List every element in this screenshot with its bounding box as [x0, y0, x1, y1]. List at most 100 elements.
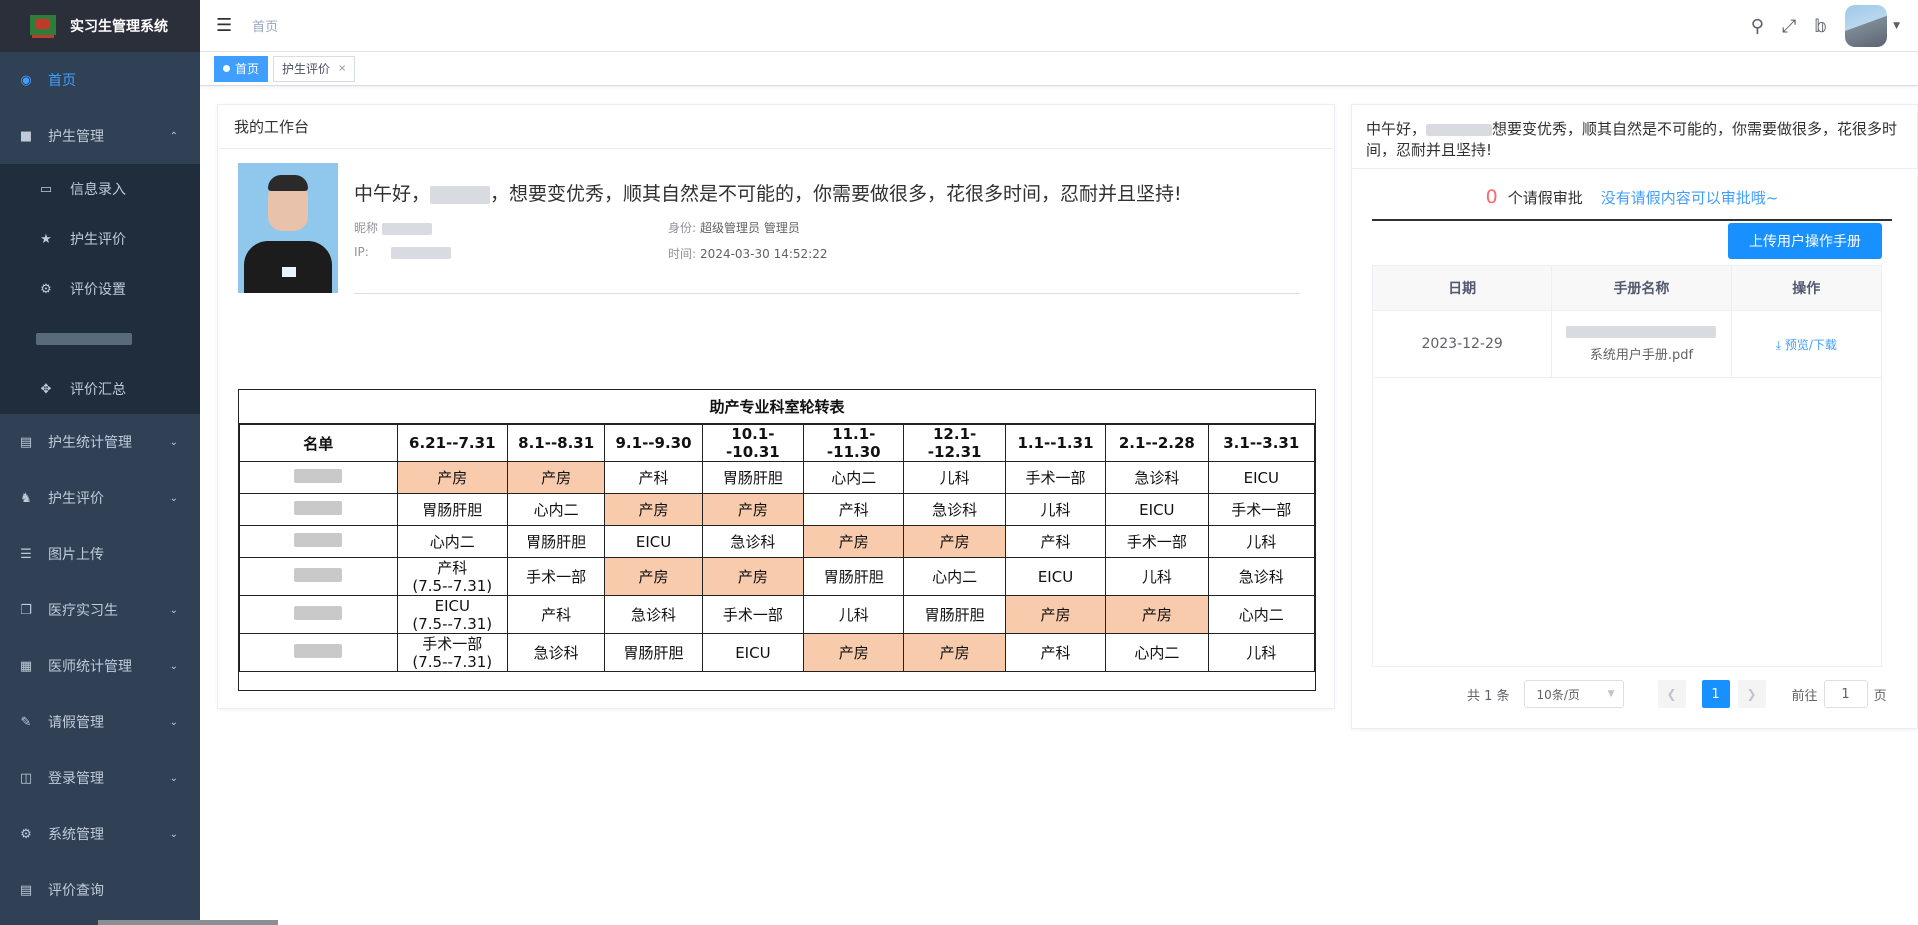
rotation-cell: 产房 — [1004, 595, 1107, 634]
rotation-cell: 产房 — [803, 525, 905, 558]
breadcrumb[interactable]: 首页 — [252, 16, 278, 35]
redacted-nickname — [381, 222, 432, 235]
preview-download-link[interactable]: ⤓ 预览/下载 — [1776, 336, 1837, 353]
document-icon: ▦ — [19, 658, 33, 674]
rotation-cell: 产科 — [1004, 525, 1107, 558]
user-icon: ♞ — [20, 490, 32, 506]
search-icon[interactable]: ⚲ — [1751, 16, 1764, 37]
sidebar-item-leave-management[interactable]: ✎ 请假管理 ⌄ — [0, 694, 200, 750]
rotation-cell: 急诊科 — [1105, 461, 1209, 494]
rotation-header-row: 名单 6.21--7.31 8.1--8.31 9.1--9.30 10.1--10.3… — [239, 424, 1315, 462]
sidebar-item-login-management[interactable]: ◫ 登录管理 ⌄ — [0, 750, 200, 806]
redacted-label — [36, 333, 132, 345]
chevron-right-icon: ❯ — [1746, 687, 1757, 701]
rotation-cell: 心内二 — [1105, 633, 1209, 672]
sidebar-item-redacted[interactable] — [0, 314, 200, 364]
tag-home[interactable]: 首页 — [214, 55, 269, 82]
close-icon[interactable]: × — [338, 57, 346, 81]
identity-line: 身份: 超级管理员 管理员 — [668, 221, 800, 235]
rotation-table-image: 助产专业科室轮转表 名单 6.21--7.31 8.1--8.31 9.1--9.30… — [238, 389, 1316, 691]
rotation-header-cell: 名单 — [239, 424, 398, 462]
redacted-ip — [390, 246, 451, 259]
rotation-cell: 产房 — [604, 557, 703, 596]
leave-link[interactable]: 没有请假内容可以审批哦~ — [1601, 187, 1779, 208]
page-number-current[interactable]: 1 — [1701, 680, 1730, 708]
rotation-cell: 产房 — [803, 633, 905, 672]
rotation-cell: 手术一部 — [1004, 461, 1107, 494]
sidebar-item-home[interactable]: ◉ 首页 — [0, 52, 200, 108]
workbench-title: 我的工作台 — [234, 118, 310, 136]
sidebar-item-label: 护生评价 — [70, 232, 126, 248]
sidebar-item-nurse-management[interactable]: ■ 护生管理 ⌃ — [0, 108, 200, 164]
sidebar-item-image-upload[interactable]: ☰ 图片上传 — [0, 526, 200, 582]
next-page-button[interactable]: ❯ — [1737, 680, 1766, 708]
rotation-cell: 急诊科 — [701, 525, 805, 558]
tag-label: 首页 — [235, 61, 260, 76]
sidebar-item-system-management[interactable]: ⚙ 系统管理 ⌄ — [0, 806, 200, 862]
tags-view: 首页 护生评价 × — [200, 52, 1918, 86]
rotation-cell: EICU — [604, 525, 703, 558]
chevron-down-icon: ▼ — [1607, 689, 1615, 699]
chevron-down-icon: ⌄ — [169, 716, 178, 728]
rotation-cell: 手术一部 — [506, 557, 606, 596]
list-icon: ☰ — [20, 546, 32, 562]
edit-icon: ✎ — [20, 714, 32, 730]
rotation-cell: 产科 — [1004, 633, 1107, 672]
rotation-header-cell: 12.1--12.31 — [903, 424, 1006, 462]
rotation-cell: EICU — [701, 633, 805, 672]
upload-manual-button[interactable]: 上传用户操作手册 — [1728, 223, 1882, 259]
font-size-icon[interactable]: 𝕓 — [1814, 16, 1827, 37]
tag-nurse-evaluation[interactable]: 护生评价 × — [273, 55, 356, 82]
navbar-right: ⚲ ⤢ 𝕓 ▼ — [1751, 0, 1918, 52]
sidebar-item-label: 首页 — [48, 73, 76, 89]
chevron-down-icon: ⌄ — [169, 492, 178, 504]
redacted-name — [294, 567, 343, 582]
sidebar-item-evaluation-settings[interactable]: ⚙ 评价设置 — [0, 264, 200, 314]
rotation-header-cell: 2.1--2.28 — [1105, 424, 1209, 462]
rotation-row: EICU (7.5--7.31) 产科 急诊科 手术一部 儿科 胃肠肝胆 产房 产房 心内二 — [239, 595, 1315, 634]
time-line: 时间: 2024-03-30 14:52:22 — [668, 247, 828, 261]
rotation-cell: 手术一部 (7.5--7.31) — [396, 633, 508, 672]
time-value: 2024-03-30 14:52:22 — [700, 247, 828, 261]
sidebar-item-evaluation-summary[interactable]: ✥ 评价汇总 — [0, 364, 200, 414]
search-doc-icon: ▤ — [19, 882, 33, 898]
rotation-row: 产科 (7.5--7.31) 手术一部 产房 产房 胃肠肝胆 心内二 EICU 儿科 急诊科 — [239, 557, 1315, 596]
rotation-title: 助产专业科室轮转表 — [239, 390, 1315, 424]
leave-text: 个请假审批 — [1507, 188, 1583, 207]
sidebar-item-doctor-statistics[interactable]: ▦ 医师统计管理 ⌄ — [0, 638, 200, 694]
prev-page-button[interactable]: ❮ — [1657, 680, 1686, 708]
rotation-cell: 产房 — [506, 461, 606, 494]
sidebar-item-nurse-evaluation[interactable]: ★ 护生评价 — [0, 214, 200, 264]
caret-down-icon[interactable]: ▼ — [1893, 21, 1900, 31]
logo-area[interactable]: 实习生管理系统 — [0, 0, 200, 52]
rotation-cell: 产房 — [1105, 595, 1209, 634]
sidebar-item-nurse-statistics[interactable]: ▤ 护生统计管理 ⌄ — [0, 414, 200, 470]
cell-name: 系统用户手册.pdf — [1552, 311, 1732, 377]
goto-page-input[interactable] — [1823, 680, 1868, 708]
profile-photo — [238, 163, 338, 293]
redacted-name — [1426, 123, 1493, 136]
sidebar-item-medical-intern[interactable]: ❐ 医疗实习生 ⌄ — [0, 582, 200, 638]
logo-icon — [30, 13, 56, 39]
page-size-select[interactable]: 10条/页 ▼ — [1523, 680, 1624, 708]
rotation-cell: 儿科 — [1004, 493, 1107, 526]
cell-date: 2023-12-29 — [1373, 311, 1553, 377]
horizontal-scrollbar[interactable] — [98, 920, 278, 925]
hamburger-icon[interactable]: ☰ — [216, 15, 232, 36]
notice-card: 中午好， 想要变优秀，顺其自然是不可能的，你需要做很多，花很多时间，忍耐并且坚持!… — [1351, 104, 1918, 729]
gear-icon: ⚙ — [40, 281, 52, 297]
sidebar-item-info-entry[interactable]: ▭ 信息录入 — [0, 164, 200, 214]
table-row: 2023-12-29 系统用户手册.pdf ⤓ 预览/下载 — [1373, 311, 1881, 378]
column-header-name: 手册名称 — [1552, 266, 1732, 310]
fullscreen-icon[interactable]: ⤢ — [1782, 16, 1796, 37]
avatar[interactable] — [1845, 5, 1888, 47]
rotation-cell: 胃肠肝胆 — [604, 633, 703, 672]
sidebar-item-evaluation-query[interactable]: ▤ 评价查询 — [0, 862, 200, 918]
rotation-cell: 心内二 — [506, 493, 606, 526]
right-greeting: 中午好， 想要变优秀，顺其自然是不可能的，你需要做很多，花很多时间，忍耐并且坚持! — [1352, 105, 1917, 169]
sidebar-item-nurse-evaluation-group[interactable]: ♞ 护生评价 ⌄ — [0, 470, 200, 526]
top-navbar: ☰ 首页 ⚲ ⤢ 𝕓 ▼ — [200, 0, 1918, 52]
sidebar-item-label: 请假管理 — [48, 715, 104, 731]
move-icon: ✥ — [40, 381, 52, 397]
column-header-action: 操作 — [1731, 266, 1881, 310]
